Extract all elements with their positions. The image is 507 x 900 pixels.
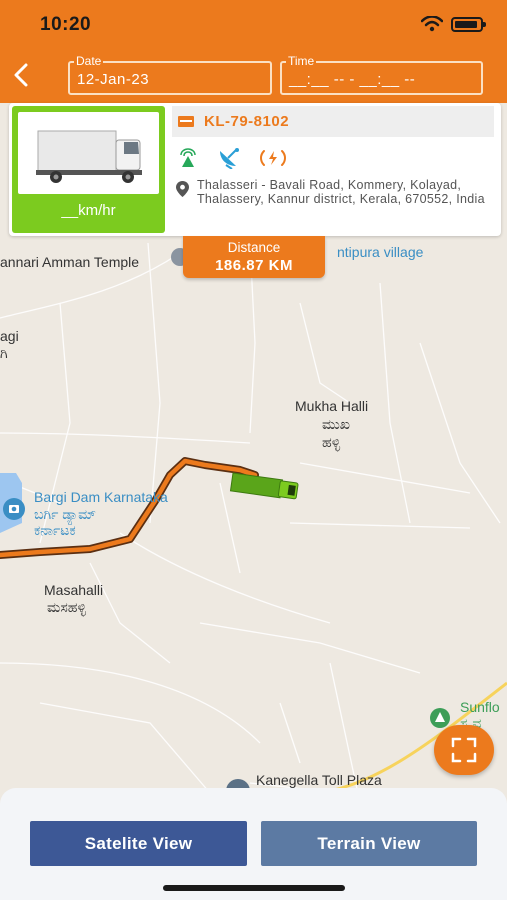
fullscreen-button[interactable] [434, 725, 494, 775]
power-signal-icon [260, 150, 286, 166]
date-value: 12-Jan-23 [77, 71, 150, 88]
truck-marker-icon [229, 472, 299, 500]
plate-number: KL-79-8102 [204, 113, 290, 130]
status-icons-row [177, 147, 287, 169]
fullscreen-icon [451, 737, 477, 763]
map-label-masahalli: Masahalli [44, 582, 104, 598]
vehicle-info-card: __km/hr KL-79-8102 Thalasseri - Bavali R… [9, 103, 501, 236]
plate-icon [178, 116, 194, 127]
vehicle-image-box: __km/hr [12, 106, 165, 233]
terrain-view-button[interactable]: Terrain View [261, 821, 477, 866]
header-bar: 10:20 Date 12-Jan-23 Time __:__ -- - __:… [0, 0, 507, 103]
plate-row: KL-79-8102 [172, 106, 494, 137]
status-icons [421, 16, 486, 32]
map-label-village: ntipura village [337, 244, 424, 260]
map-label-mukha-kn: ಮುಖ [322, 416, 350, 432]
status-time: 10:20 [40, 14, 92, 35]
map-label-mukha: Mukha Halli [295, 398, 369, 414]
truck-image [18, 112, 159, 194]
time-value: __:__ -- - __:__ -- [289, 71, 416, 88]
speed-text: __km/hr [61, 202, 116, 219]
time-field[interactable]: Time __:__ -- - __:__ -- [280, 54, 483, 95]
map-label-agi: agi [0, 328, 19, 344]
home-indicator[interactable] [163, 885, 345, 891]
distance-value: 186.87 KM [215, 257, 293, 274]
map-label-temple: annari Amman Temple [0, 254, 140, 270]
map-label-agi-kn: ಗಿ [0, 345, 8, 361]
map-label-bargi-kn2: ಕರ್ನಾಟಕ [34, 522, 76, 538]
date-label: Date [74, 54, 104, 68]
satellite-dish-icon [220, 148, 239, 169]
back-button[interactable] [8, 58, 34, 92]
date-field[interactable]: Date 12-Jan-23 [68, 54, 272, 95]
map-label-bargi: Bargi Dam Karnataka [34, 489, 168, 505]
map-label-mukha-kn2: ಹಳ್ಳಿ [322, 434, 341, 450]
wifi-icon [421, 16, 443, 32]
gps-signal-icon [180, 148, 196, 167]
address-text: Thalasseri - Bavali Road, Kommery, Kolay… [197, 178, 485, 206]
time-label: Time [286, 54, 317, 68]
distance-badge: Distance 186.87 KM [183, 236, 325, 278]
bottom-sheet: Satelite View Terrain View [0, 788, 507, 900]
map-label-masahalli-kn: ಮಸಹಳ್ಳಿ [47, 599, 86, 615]
map-label-toll: Kanegella Toll Plaza [256, 772, 382, 788]
battery-icon [451, 16, 486, 32]
map-label-bargi-kn: ಬರ್ಗಿ ಡ್ಯಾಮ್ [34, 506, 96, 522]
map-label-sunflo: Sunflo [460, 699, 500, 715]
distance-label: Distance [227, 240, 281, 255]
location-pin-icon [176, 181, 189, 197]
truck-icon [36, 130, 142, 183]
chevron-left-icon [14, 63, 28, 87]
satelite-view-button[interactable]: Satelite View [30, 821, 247, 866]
